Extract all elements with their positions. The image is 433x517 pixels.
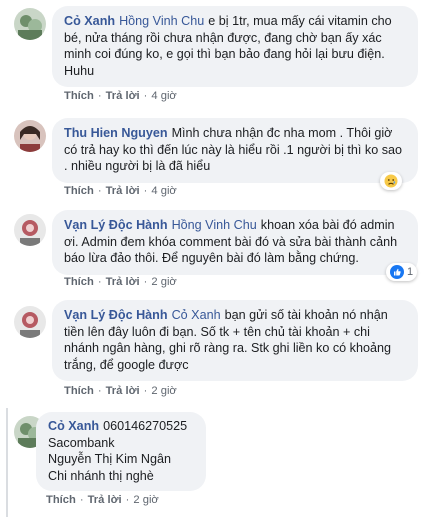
like-link[interactable]: Thích	[46, 494, 76, 506]
comment-time[interactable]: 4 giờ	[151, 90, 176, 102]
comment-author[interactable]: Vạn Lý Độc Hành	[64, 308, 168, 322]
comment-mention[interactable]: Hồng Vinh Chu	[119, 14, 204, 28]
reaction-badge[interactable]	[380, 172, 402, 190]
like-link[interactable]: Thích	[64, 90, 94, 102]
comment-author[interactable]: Thu Hien Nguyen	[64, 126, 168, 140]
reaction-count: 1	[407, 266, 414, 278]
bank-branch: Chi nhánh thị nghè	[48, 468, 154, 483]
comment-time[interactable]: 2 giờ	[133, 494, 158, 506]
account-number: 060146270525	[103, 419, 188, 433]
bank-name: Sacombank	[48, 435, 115, 450]
reply-thread-line	[6, 408, 8, 517]
comment-bubble: Cỏ Xanh Hồng Vinh Chu e bị 1tr, mua mấy cá…	[52, 6, 418, 87]
comment-time[interactable]: 4 giờ	[151, 185, 176, 197]
account-holder: Nguyễn Thị Kim Ngân	[48, 452, 171, 466]
comment-mention[interactable]: Cỏ Xanh	[172, 308, 221, 322]
comment-actions: Thích · Trả lời · 2 giờ	[64, 385, 177, 397]
like-link[interactable]: Thích	[64, 185, 94, 197]
avatar[interactable]	[14, 120, 46, 152]
avatar[interactable]	[14, 214, 46, 246]
reply-link[interactable]: Trả lời	[106, 90, 140, 102]
reaction-badge[interactable]: 1	[386, 263, 418, 281]
comment-author[interactable]: Cỏ Xanh	[64, 14, 115, 28]
comment-actions: Thích · Trả lời · 2 giờ	[64, 276, 177, 288]
like-link[interactable]: Thích	[64, 385, 94, 397]
comment-bubble: Thu Hien Nguyen Mình chưa nhận đc nha mom…	[52, 118, 418, 183]
comment-author[interactable]: Cỏ Xanh	[48, 419, 99, 433]
comment-actions: Thích · Trả lời · 4 giờ	[64, 90, 177, 102]
comment-actions: Thích · Trả lời · 2 giờ	[46, 494, 159, 506]
avatar[interactable]	[14, 8, 46, 40]
sad-face-icon	[384, 174, 398, 188]
comment-bubble: Vạn Lý Độc Hành Hồng Vinh Chu khoan xóa bà…	[52, 210, 418, 275]
reply-link[interactable]: Trả lời	[106, 385, 140, 397]
comment-mention[interactable]: Hồng Vinh Chu	[172, 218, 257, 232]
comment-time[interactable]: 2 giờ	[151, 385, 176, 397]
reply-link[interactable]: Trả lời	[106, 185, 140, 197]
avatar[interactable]	[14, 306, 46, 338]
comment-bubble: Vạn Lý Độc Hành Cỏ Xanh bạn gửi số tài kho…	[52, 300, 418, 381]
comment-author[interactable]: Vạn Lý Độc Hành	[64, 218, 168, 232]
like-link[interactable]: Thích	[64, 276, 94, 288]
reply-link[interactable]: Trả lời	[106, 276, 140, 288]
like-thumb-icon	[390, 265, 404, 279]
comment-bubble: Cỏ Xanh 060146270525 Sacombank Nguyễn Thị…	[36, 412, 206, 491]
comment-time[interactable]: 2 giờ	[151, 276, 176, 288]
comment-actions: Thích · Trả lời · 4 giờ	[64, 185, 177, 197]
reply-link[interactable]: Trả lời	[88, 494, 122, 506]
